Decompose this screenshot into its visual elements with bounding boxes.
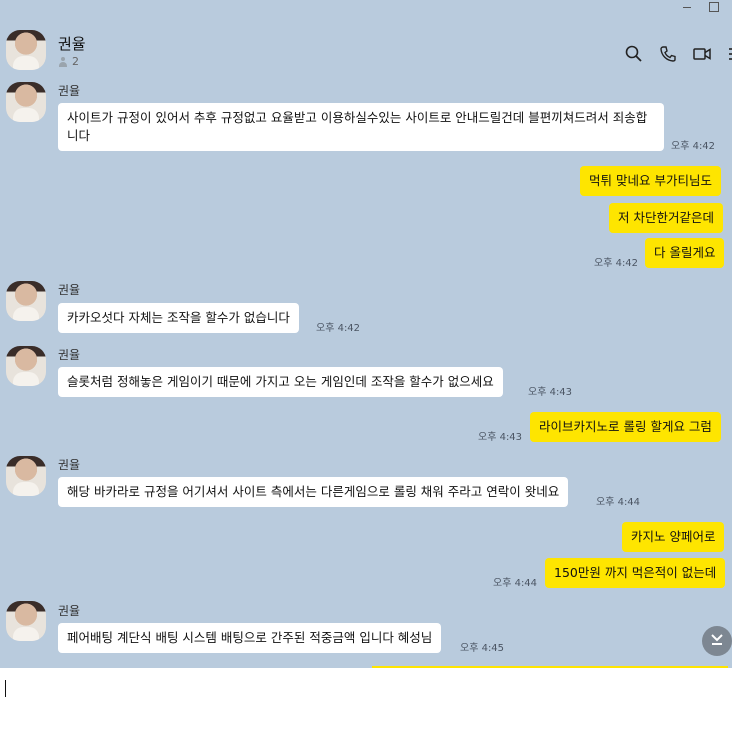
search-icon[interactable]	[624, 44, 644, 64]
message-bubble-outgoing[interactable]: 저 차단한거같은데	[609, 203, 723, 233]
message-bubble-incoming[interactable]: 해당 바카라로 규정을 어기셔서 사이트 측에서는 다른게임으로 롤링 채워 주…	[58, 477, 569, 507]
message-time: 오후 4:43	[478, 432, 523, 443]
avatar[interactable]	[6, 346, 46, 386]
chevron-down-icon	[709, 631, 725, 651]
message-time: 오후 4:44	[596, 497, 641, 508]
message-list[interactable]: 권율 사이트가 규정이 있어서 추후 규정없고 요율받고 이용하실수있는 사이트…	[0, 76, 732, 666]
message-bubble-incoming[interactable]: 사이트가 규정이 있어서 추후 규정없고 요율받고 이용하실수있는 사이트로 안…	[58, 103, 664, 151]
video-call-icon[interactable]	[692, 44, 712, 64]
message-time: 오후 4:42	[671, 141, 716, 152]
message-bubble-outgoing[interactable]: 150만원 까지 먹은적이 없는데	[545, 558, 726, 588]
member-count[interactable]: 2	[58, 55, 79, 68]
sender-name: 권율	[58, 458, 81, 472]
message-time: 오후 4:44	[493, 578, 538, 589]
avatar[interactable]	[6, 281, 46, 321]
person-icon	[58, 56, 68, 67]
avatar[interactable]	[6, 30, 46, 70]
message-input[interactable]	[0, 668, 732, 732]
maximize-icon[interactable]	[706, 0, 720, 14]
sender-name: 권율	[58, 348, 81, 362]
message-bubble-incoming[interactable]: 슬롯처럼 정해놓은 게임이기 때문에 가지고 오는 게임인데 조작을 할수가 없…	[58, 367, 503, 397]
sender-name: 권율	[58, 84, 81, 98]
sender-name: 권율	[58, 283, 81, 297]
message-time: 오후 4:43	[528, 387, 573, 398]
message-bubble-incoming[interactable]: 카카오섯다 자체는 조작을 할수가 없습니다	[58, 303, 299, 333]
message-time: 오후 4:42	[594, 258, 639, 269]
member-count-value: 2	[72, 55, 79, 68]
minimize-icon[interactable]	[680, 0, 694, 14]
message-bubble-outgoing[interactable]: 다 올릴게요	[645, 238, 725, 268]
message-bubble-outgoing[interactable]: 카지노 양페어로	[622, 522, 725, 552]
text-cursor	[5, 680, 6, 697]
sender-name: 권율	[58, 604, 81, 618]
message-bubble-incoming[interactable]: 페어배팅 계단식 배팅 시스템 배팅으로 간주된 적중금액 입니다 혜성님	[58, 623, 442, 653]
header-actions	[624, 44, 732, 64]
menu-icon[interactable]	[726, 44, 732, 64]
avatar[interactable]	[6, 456, 46, 496]
message-time: 오후 4:45	[460, 643, 505, 654]
avatar[interactable]	[6, 82, 46, 122]
chat-window: 권율 2 권율 사이트가 규정이 있어서 추후 규정없고 요율받고 이용하실수있…	[0, 0, 732, 732]
phone-icon[interactable]	[658, 44, 678, 64]
scroll-down-button[interactable]	[702, 626, 732, 656]
message-time: 오후 4:42	[316, 323, 361, 334]
chat-title: 권율	[58, 35, 86, 53]
chat-header: 권율 2	[0, 14, 732, 76]
message-bubble-outgoing[interactable]: 먹튀 맞네요 부가티님도	[580, 166, 721, 196]
avatar[interactable]	[6, 601, 46, 641]
window-controls	[680, 0, 732, 14]
message-bubble-outgoing[interactable]: 라이브카지노로 롤링 할게요 그럼	[530, 412, 721, 442]
